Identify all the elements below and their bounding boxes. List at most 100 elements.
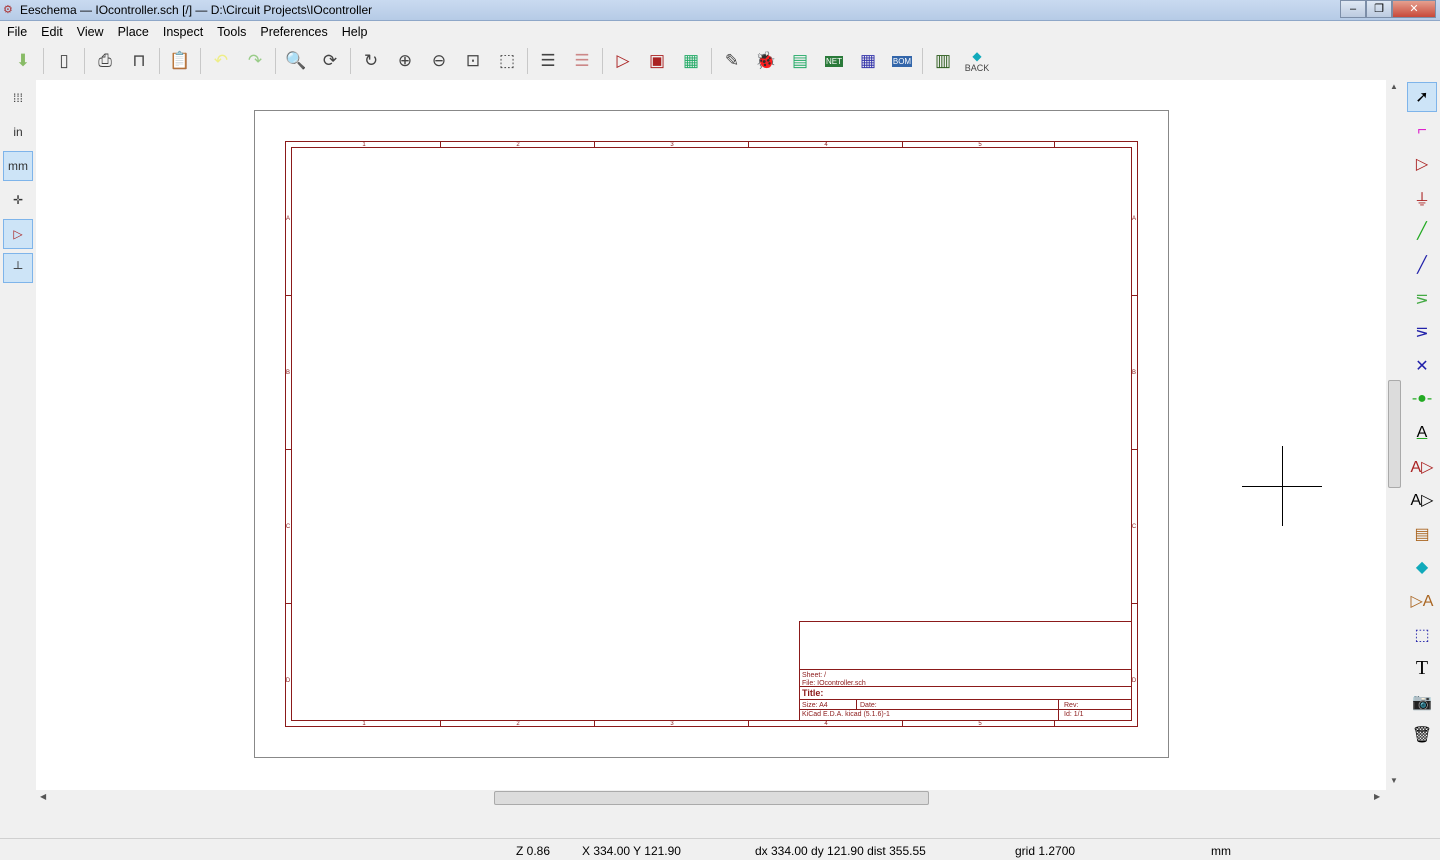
assign-footprints-icon[interactable]: ▤ <box>785 46 815 76</box>
date-label: Date: <box>860 702 877 709</box>
find-replace-icon[interactable]: ⟳ <box>315 46 345 76</box>
bus-bus-entry-icon[interactable]: ⋝ <box>1407 317 1437 347</box>
annotate-icon[interactable]: ✎ <box>717 46 747 76</box>
row-label: D <box>1132 678 1137 684</box>
menu-edit[interactable]: Edit <box>34 25 70 39</box>
status-delta: dx 334.00 dy 121.90 dist 355.55 <box>755 844 926 858</box>
row-label: A <box>286 216 290 222</box>
menu-bar: File Edit View Place Inspect Tools Prefe… <box>0 21 1440 42</box>
sheet-name: Sheet: / <box>802 672 826 679</box>
bom-icon[interactable]: BOM <box>887 46 917 76</box>
no-connect-icon[interactable]: ✕ <box>1407 351 1437 381</box>
add-global-label-icon[interactable]: A▷ <box>1407 452 1437 482</box>
title-label: Title: <box>802 688 823 698</box>
vertical-scroll-thumb[interactable] <box>1388 380 1401 488</box>
zoom-in-icon[interactable]: ⊕ <box>390 46 420 76</box>
menu-place[interactable]: Place <box>111 25 156 39</box>
status-zoom: Z 0.86 <box>516 844 551 858</box>
row-label: B <box>286 370 290 376</box>
undo-icon[interactable]: ↶ <box>206 46 236 76</box>
add-text-icon[interactable]: T <box>1407 653 1437 683</box>
zoom-out-icon[interactable]: ⊖ <box>424 46 454 76</box>
footprint-editor-icon[interactable]: ▦ <box>676 46 706 76</box>
add-power-icon[interactable]: ⏚ <box>1407 183 1437 213</box>
delete-icon[interactable]: 🗑 <box>1407 720 1437 750</box>
page-settings-icon[interactable]: ▯ <box>49 46 79 76</box>
cursor-shape-icon[interactable]: ✛ <box>3 185 33 215</box>
menu-file[interactable]: File <box>0 25 34 39</box>
app-icon: ⚙ <box>3 4 13 16</box>
save-icon[interactable]: ⬇ <box>8 46 38 76</box>
horizontal-scrollbar[interactable]: ◀ ▶ <box>36 790 1386 806</box>
add-hier-label-icon[interactable]: A▷ <box>1407 485 1437 515</box>
row-label: B <box>1132 370 1136 376</box>
netlist-icon[interactable]: NET <box>819 46 849 76</box>
print-icon[interactable]: ⎙ <box>90 46 120 76</box>
zoom-selection-icon[interactable]: ⬚ <box>492 46 522 76</box>
tool-label: KiCad E.D.A. kicad (5.1.6)-1 <box>802 711 890 718</box>
erc-icon[interactable]: 🐞 <box>751 46 781 76</box>
leave-sheet-icon[interactable]: ☰ <box>567 46 597 76</box>
page-outline <box>254 110 1169 758</box>
highlight-net-icon[interactable]: ⌐ <box>1407 116 1437 146</box>
status-grid: grid 1.2700 <box>1015 844 1076 858</box>
hierarchy-navigator-icon[interactable]: ☰ <box>533 46 563 76</box>
find-icon[interactable]: 🔍 <box>281 46 311 76</box>
select-arrow-icon[interactable]: ➚ <box>1407 82 1437 112</box>
symbol-browser-icon[interactable]: ▣ <box>642 46 672 76</box>
status-cursor-position: X 334.00 Y 121.90 <box>582 844 681 858</box>
row-label: C <box>286 524 291 530</box>
row-label: D <box>286 678 291 684</box>
drawing-sheet: 1122334455A AB BC CD DSheet: /File: IOcontro… <box>254 110 1322 758</box>
redo-icon[interactable]: ↷ <box>240 46 270 76</box>
menu-tools[interactable]: Tools <box>210 25 253 39</box>
minimize-button[interactable]: – <box>1340 0 1366 18</box>
close-button[interactable]: ✕ <box>1392 0 1436 18</box>
grid-toggle-icon[interactable]: ⁞⁞⁞ <box>3 83 33 113</box>
back-button[interactable]: ◆ BACK <box>962 46 992 76</box>
menu-view[interactable]: View <box>70 25 111 39</box>
units-inch-button[interactable]: in <box>3 117 33 147</box>
add-bus-icon[interactable]: ╱ <box>1407 250 1437 280</box>
title-bar: ⚙ Eeschema — IOcontroller.sch [/] — D:\C… <box>0 0 1440 21</box>
title-block <box>799 621 1132 721</box>
add-sheet-icon[interactable]: ▤ <box>1407 519 1437 549</box>
fields-editor-icon[interactable]: ▦ <box>853 46 883 76</box>
status-bar: Z 0.86 X 334.00 Y 121.90 dx 334.00 dy 12… <box>0 838 1440 860</box>
vertical-scrollbar[interactable]: ▲ ▼ <box>1386 80 1403 790</box>
paste-icon[interactable]: 📋 <box>165 46 195 76</box>
zoom-fit-icon[interactable]: ⊡ <box>458 46 488 76</box>
hidden-pins-icon[interactable]: ▷ <box>3 219 33 249</box>
units-mm-button[interactable]: mm <box>3 151 33 181</box>
plot-icon[interactable]: ⊓ <box>124 46 154 76</box>
add-image-icon[interactable]: 📷 <box>1407 687 1437 717</box>
file-name: File: IOcontroller.sch <box>802 680 866 687</box>
add-label-icon[interactable]: A <box>1407 418 1437 448</box>
menu-preferences[interactable]: Preferences <box>253 25 334 39</box>
add-wire-icon[interactable]: ╱ <box>1407 216 1437 246</box>
menu-inspect[interactable]: Inspect <box>156 25 210 39</box>
add-sheet-pin-icon[interactable]: ▷A <box>1407 586 1437 616</box>
menu-help[interactable]: Help <box>335 25 375 39</box>
pcbnew-icon[interactable]: ▥ <box>928 46 958 76</box>
status-units: mm <box>1211 844 1231 858</box>
redraw-icon[interactable]: ↻ <box>356 46 386 76</box>
window-title: Eeschema — IOcontroller.sch [/] — D:\Cir… <box>20 3 373 17</box>
horizontal-scroll-thumb[interactable] <box>494 791 929 805</box>
row-label: A <box>1132 216 1136 222</box>
maximize-button[interactable]: ❐ <box>1366 0 1392 18</box>
add-junction-icon[interactable]: -●- <box>1407 384 1437 414</box>
symbol-editor-icon[interactable]: ▷ <box>608 46 638 76</box>
line-45-icon[interactable]: ┴ <box>3 253 33 283</box>
rev-label: Rev: <box>1064 702 1078 709</box>
add-symbol-icon[interactable]: ▷ <box>1407 149 1437 179</box>
wire-bus-entry-icon[interactable]: ⋝ <box>1407 284 1437 314</box>
right-toolbar: ➚ ⌐ ▷ ⏚ ╱ ╱ ⋝ ⋝ ✕ -●- A A▷ A▷ ▤ ◆ ▷A ⬚ T… <box>1405 82 1439 754</box>
inner-border <box>291 147 1132 721</box>
schematic-canvas[interactable]: 1 1 2 2 3 3 4 4 5 5 A A B B C C D D Sheet: / File: IOcontro… <box>36 80 1386 790</box>
outer-border <box>285 141 1138 727</box>
import-sheet-pin-icon[interactable]: ◆ <box>1407 552 1437 582</box>
size-label: Size: A4 <box>802 702 828 709</box>
add-graphic-lines-icon[interactable]: ⬚ <box>1407 620 1437 650</box>
id-label: Id: 1/1 <box>1064 711 1084 718</box>
